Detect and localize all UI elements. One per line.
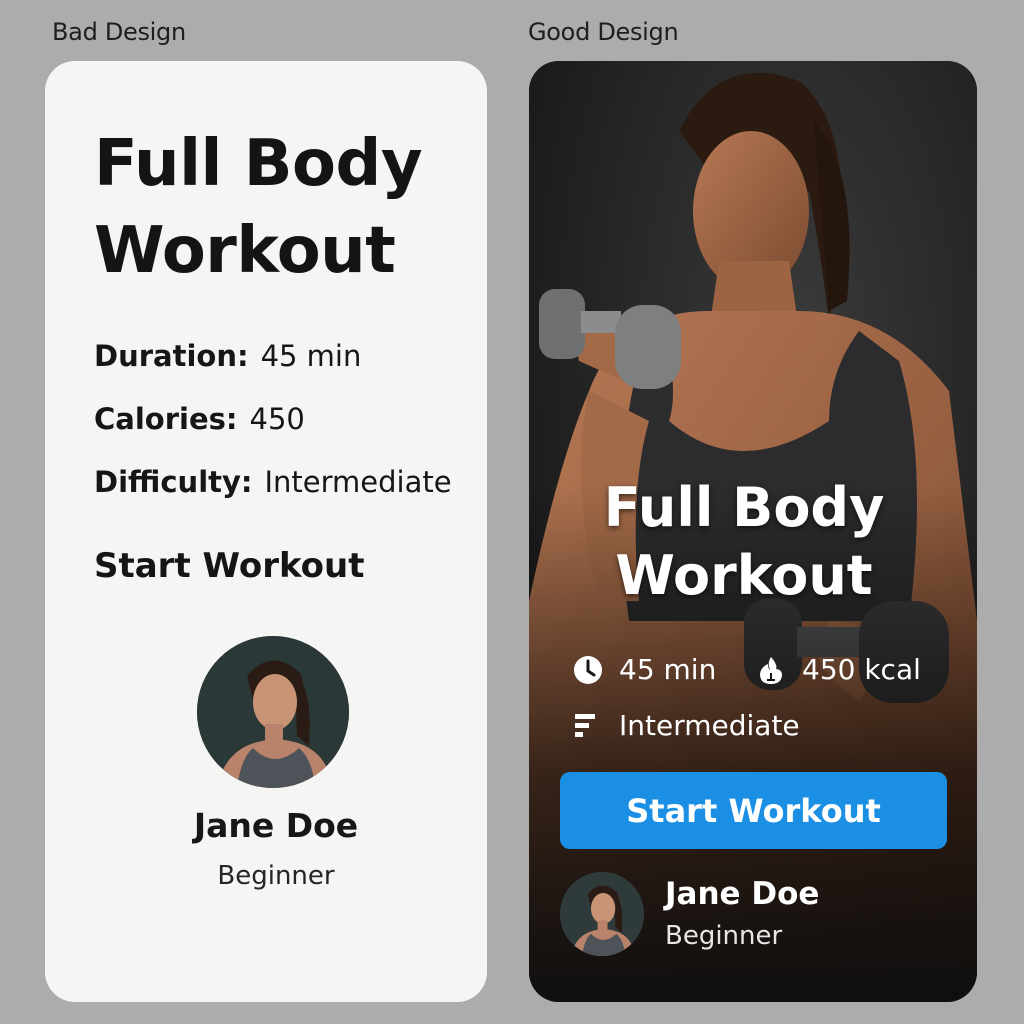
difficulty-row: Difficulty: Intermediate (94, 465, 452, 499)
avatar-photo (560, 872, 644, 956)
user-name: Jane Doe (193, 806, 359, 845)
user-level: Beginner (217, 861, 335, 891)
bad-design-label: Bad Design (52, 18, 186, 46)
difficulty-value: Intermediate (619, 709, 800, 742)
difficulty-stat: Intermediate (573, 709, 800, 742)
duration-value: 45 min (260, 339, 362, 373)
avatar (560, 872, 644, 956)
good-design-card: Full Body Workout 45 min 450 kcal Interm… (529, 61, 977, 1002)
user-name: Jane Doe (665, 876, 820, 912)
duration-stat: 45 min (573, 653, 716, 686)
calories-value: 450 (249, 402, 305, 436)
user-level: Beginner (665, 921, 783, 951)
duration-row: Duration: 45 min (94, 339, 361, 373)
duration-label: Duration: (94, 339, 249, 373)
flame-icon (756, 655, 786, 685)
workout-title: Full Body Workout (603, 476, 885, 607)
calories-stat: 450 kcal (756, 653, 921, 686)
workout-title: Full Body Workout (94, 127, 423, 288)
calories-label: Calories: (94, 402, 238, 436)
bad-design-card: Full Body Workout Duration: 45 min Calori… (45, 61, 487, 1002)
duration-value: 45 min (619, 653, 717, 686)
calories-row: Calories: 450 (94, 402, 305, 436)
avatar (197, 636, 349, 788)
calories-value: 450 kcal (802, 653, 921, 686)
start-workout-button[interactable]: Start Workout (94, 546, 364, 586)
clock-icon (573, 655, 603, 685)
difficulty-value: Intermediate (264, 465, 452, 499)
start-workout-button[interactable]: Start Workout (560, 772, 947, 849)
good-design-label: Good Design (528, 18, 679, 46)
difficulty-label: Difficulty: (94, 465, 253, 499)
avatar-photo (197, 636, 349, 788)
difficulty-bars-icon (573, 711, 603, 741)
